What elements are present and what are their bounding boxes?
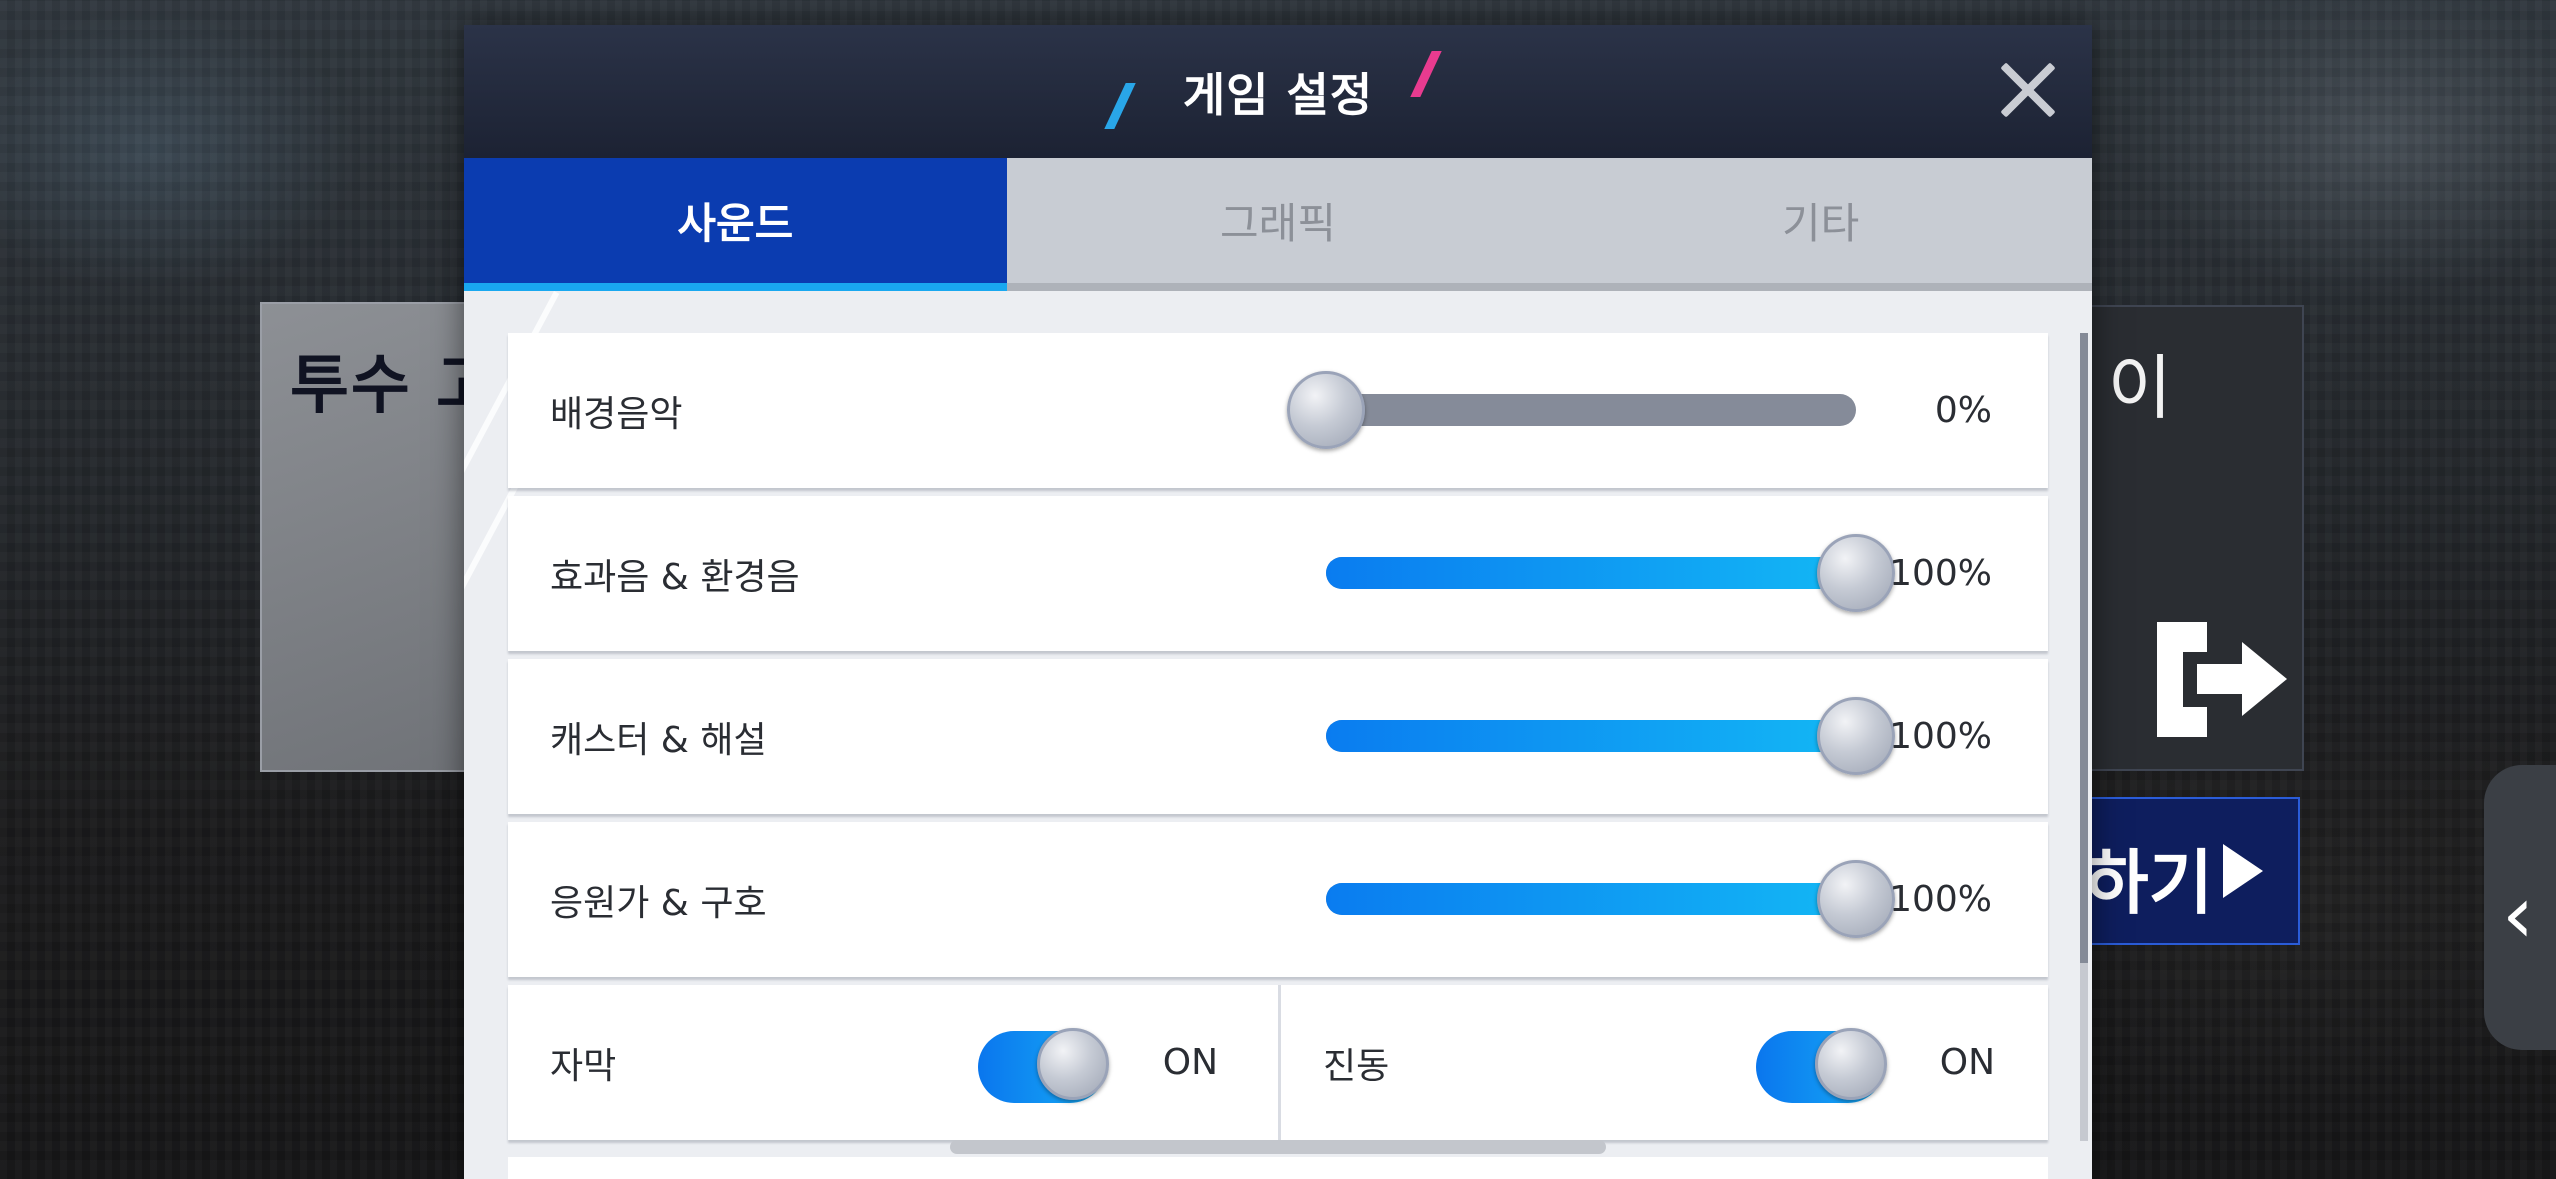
sound-settings-panel[interactable]: 배경음악 0% 효과음 & 환경음 100% 캐스터 & 해설 100% 응원가… [464,291,2092,1179]
setting-value: 100% [1889,879,1992,920]
toggle-state: ON [1939,1042,1995,1083]
exit-card[interactable]: 이 [2060,305,2304,771]
subtitle-toggle[interactable] [978,1028,1109,1103]
modal-title: 게임 설정 [1182,68,1374,122]
scrollbar-thumb[interactable] [2080,333,2088,963]
setting-label: 배경음악 [550,393,683,435]
setting-value: 0% [1934,390,1992,431]
toggle-knob [1037,1028,1109,1100]
setting-label: 효과음 & 환경음 [550,556,800,598]
toggle-state: ON [1162,1042,1218,1083]
exit-icon [2157,622,2287,737]
vibration-toggle[interactable] [1756,1028,1887,1103]
setting-value: 100% [1889,553,1992,594]
slider-knob[interactable] [1817,697,1895,775]
setting-label: 진동 [1323,1045,1390,1087]
cheer-volume-slider[interactable] [1326,860,1895,938]
setting-label: 응원가 & 구호 [550,882,767,924]
chevron-left-icon: ‹ [2502,868,2534,961]
slider-knob[interactable] [1817,860,1895,938]
next-setting-row-peek [508,1157,2048,1179]
start-button-label: 하기 [2084,842,2213,924]
home-indicator[interactable] [950,1140,1606,1154]
subtitle-toggle-cell: 자막 ON [508,985,1278,1140]
play-icon [2223,844,2263,898]
setting-row-toggles: 자막 ON 진동 ON [508,985,2048,1140]
side-drawer-handle[interactable]: ‹ [2484,765,2556,1050]
setting-row-cheer: 응원가 & 구호 100% [508,822,2048,977]
settings-tab-bar: 사운드 그래픽 기타 [464,158,2092,291]
bgm-volume-slider[interactable] [1287,371,1856,449]
setting-row-bgm: 배경음악 0% [508,333,2048,488]
start-button[interactable]: 하기 [2060,797,2300,945]
slider-knob[interactable] [1287,371,1365,449]
tab-other[interactable]: 기타 [1549,158,2092,283]
slider-fill [1326,883,1856,915]
close-icon[interactable] [1999,61,2057,119]
setting-label: 자막 [550,1045,617,1087]
slider-fill [1326,557,1856,589]
slider-fill [1326,720,1856,752]
toggle-knob [1815,1028,1887,1100]
vibration-toggle-cell: 진동 ON [1278,985,2051,1140]
slider-knob[interactable] [1817,534,1895,612]
modal-header: 게임 설정 [464,25,2092,158]
setting-row-sfx: 효과음 & 환경음 100% [508,496,2048,651]
setting-row-caster: 캐스터 & 해설 100% [508,659,2048,814]
tab-graphics[interactable]: 그래픽 [1007,158,1550,283]
exit-card-title: 이 [2107,347,2172,429]
game-settings-modal: 게임 설정 사운드 그래픽 기타 배경음악 0% 효과음 & 환경음 100% [464,25,2092,1179]
caster-volume-slider[interactable] [1326,697,1895,775]
tab-sound[interactable]: 사운드 [464,158,1007,291]
sfx-volume-slider[interactable] [1326,534,1895,612]
setting-value: 100% [1889,716,1992,757]
setting-label: 캐스터 & 해설 [550,719,767,761]
